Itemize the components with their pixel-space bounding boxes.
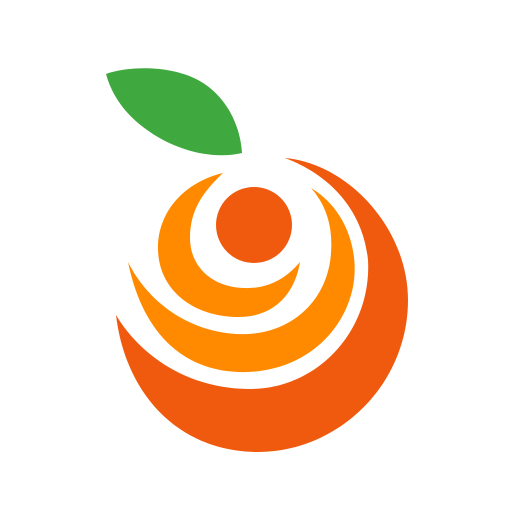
- logo-canvas: [0, 0, 514, 521]
- orange-logo-icon: [106, 68, 408, 452]
- core-circle: [216, 187, 292, 263]
- leaf-shape: [106, 68, 242, 156]
